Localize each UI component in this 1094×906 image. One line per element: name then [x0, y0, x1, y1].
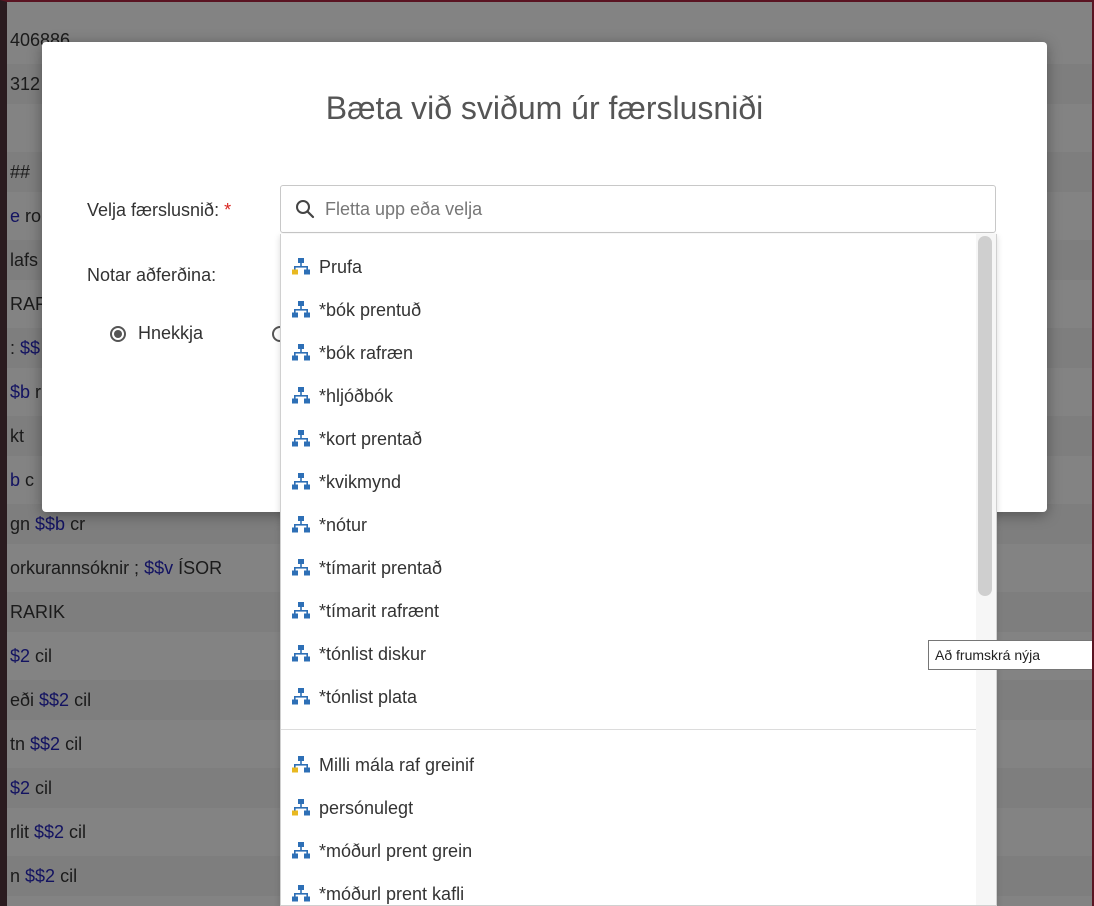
template-option[interactable]: *tímarit prentað — [291, 553, 442, 583]
dropdown-separator — [281, 729, 976, 730]
template-icon — [292, 387, 310, 404]
template-option[interactable]: *hljóðbók — [291, 381, 393, 411]
template-icon — [292, 842, 310, 859]
radio-override-label: Hnekkja — [138, 323, 204, 343]
template-option-label: *móðurl prent kafli — [319, 884, 465, 904]
template-option[interactable]: *móðurl prent grein — [291, 836, 472, 866]
template-icon — [292, 301, 310, 318]
template-field-label: Velja færslusnið: * — [87, 200, 231, 221]
template-option[interactable]: *bók prentuð — [291, 295, 421, 325]
template-label-text: Velja færslusnið: — [87, 200, 220, 220]
template-icon — [292, 516, 310, 533]
template-icon — [292, 430, 310, 447]
template-option-label: *tímarit rafrænt — [319, 601, 440, 621]
method-label: Notar aðferðina: — [87, 265, 217, 285]
template-option[interactable]: *kort prentað — [291, 424, 422, 454]
template-search-box[interactable] — [280, 185, 996, 233]
template-icon — [292, 645, 310, 662]
search-icon — [296, 200, 315, 219]
template-search-input[interactable] — [325, 186, 965, 232]
template-dropdown-list[interactable]: Prufa *bók prentuð *bók rafræn *hljóðbók *ko… — [280, 234, 997, 906]
template-icon — [292, 344, 310, 361]
template-option-label: *nótur — [319, 515, 368, 535]
template-option-label: *bók prentuð — [319, 300, 422, 320]
template-icon — [292, 885, 310, 902]
scrollbar-thumb[interactable] — [978, 236, 992, 596]
template-icon-alt — [292, 799, 310, 816]
template-option[interactable]: persónulegt — [291, 793, 413, 823]
template-option[interactable]: *tónlist plata — [291, 682, 417, 712]
template-option[interactable]: *tónlist diskur — [291, 639, 426, 669]
tooltip: Að frumskrá nýja — [928, 640, 1094, 670]
template-option-label: Prufa — [319, 257, 363, 277]
template-option-label: *hljóðbók — [319, 386, 394, 406]
template-option[interactable]: Milli mála raf greinif — [291, 750, 474, 780]
template-option-label: *tónlist diskur — [319, 644, 427, 664]
template-option-label: *kvikmynd — [319, 472, 402, 492]
template-option-label: *tímarit prentað — [319, 558, 443, 578]
template-option-label: *kort prentað — [319, 429, 423, 449]
template-option[interactable]: *móðurl prent kafli — [291, 879, 465, 905]
template-option[interactable]: *tímarit rafrænt — [291, 596, 439, 626]
template-icon — [292, 602, 310, 619]
template-icon — [292, 688, 310, 705]
dropdown-scrollbar[interactable] — [976, 234, 996, 905]
template-option[interactable]: Prufa — [291, 252, 362, 282]
radio-override[interactable] — [110, 326, 126, 342]
template-icon — [292, 559, 310, 576]
template-option[interactable]: *nótur — [291, 510, 367, 540]
template-option-label: *bók rafræn — [319, 343, 414, 363]
template-option[interactable]: *bók rafræn — [291, 338, 413, 368]
template-option-label: persónulegt — [319, 798, 414, 818]
template-icon — [292, 473, 310, 490]
template-option-label: *tónlist plata — [319, 687, 418, 707]
required-mark: * — [224, 200, 232, 220]
template-option-label: *móðurl prent grein — [319, 841, 473, 861]
template-option[interactable]: *kvikmynd — [291, 467, 401, 497]
dialog-title: Bæta við sviðum úr færslusniði — [325, 90, 764, 126]
template-option-label: Milli mála raf greinif — [319, 755, 475, 775]
template-icon-alt — [292, 258, 310, 275]
template-icon-alt — [292, 756, 310, 773]
